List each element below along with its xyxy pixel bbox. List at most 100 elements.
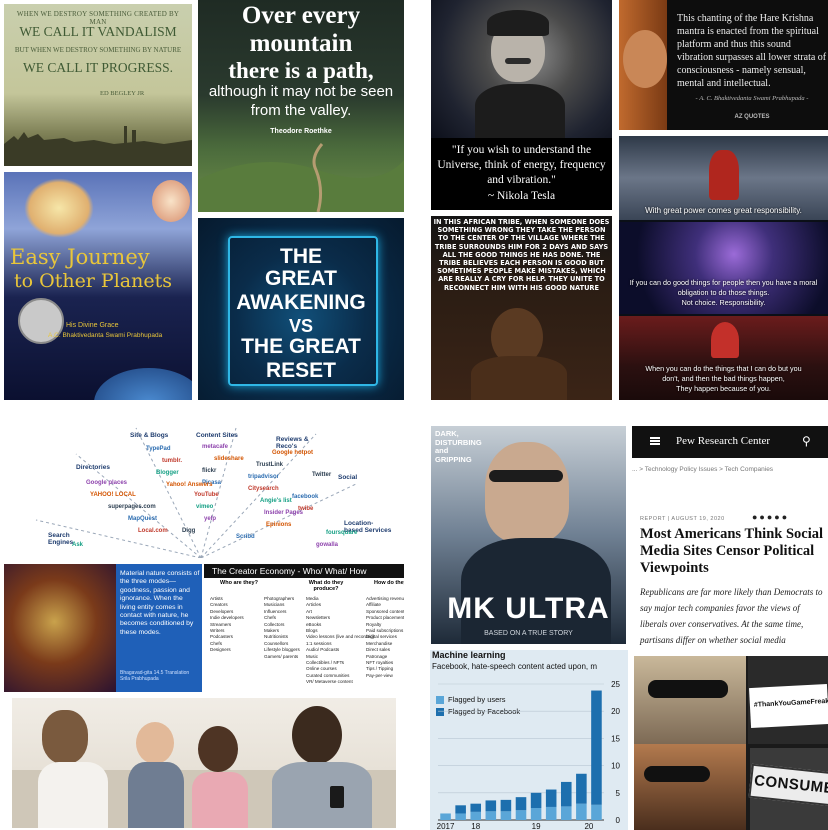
bar-facebook — [591, 690, 602, 805]
brand-logo: YAHOO! LOCAL — [90, 492, 136, 498]
creator-economy-tile[interactable]: The Creator Economy - Who/ What/ How Who… — [204, 564, 404, 692]
vandalism-line-4: WE CALL IT PROGRESS. — [22, 60, 173, 75]
mountain-quote-tile[interactable]: Over every mountain there is a path, alt… — [198, 0, 404, 212]
tesla-author: ~ Nikola Tesla — [487, 190, 556, 202]
sunglasses-man-1 — [634, 656, 746, 744]
label-reviews: Reviews & Reco's — [276, 436, 309, 450]
daughter-hair — [198, 726, 238, 772]
creator-cell: 1:1 sessions — [306, 640, 332, 646]
awakening-line-6: RESET — [265, 359, 336, 382]
y-tick-label: 20 — [611, 707, 620, 716]
creator-cell: Articles — [306, 602, 322, 608]
creator-cell: Photographers — [264, 596, 295, 601]
social-landscape-tile[interactable]: Site & Blogs Content Sites Reviews & Rec… — [16, 424, 394, 558]
material-text: Material nature consists of the three mo… — [120, 570, 200, 636]
spiderman-caption-2c: Not choice. Responsibility. — [681, 298, 766, 307]
tesla-quote-tile[interactable]: "If you wish to understand the Universe,… — [431, 0, 612, 210]
creator-cell: Newsletters — [306, 615, 330, 621]
creator-cell: Patronage — [366, 653, 388, 659]
vandalism-quote-tile[interactable]: WHEN WE DESTROY SOMETHING CREATED BY MAN… — [4, 4, 192, 166]
search-icon[interactable]: ⚲ — [802, 434, 811, 448]
creator-cell: Counsellors — [264, 640, 289, 646]
easy-journey-book-tile[interactable]: Easy Journey to Other Planets His Divine… — [4, 172, 192, 400]
brand-logo: metacafe — [202, 444, 229, 450]
pew-article-tile[interactable]: Pew Research Center ⚲ ... > Technology P… — [632, 426, 828, 652]
spiderman-caption-2b: obligation to do those things. — [677, 288, 770, 297]
spiderman-caption-3b: don't, and then the bad things happen, — [662, 374, 785, 383]
y-tick-label: 10 — [611, 762, 620, 771]
brand-logo: Twitter — [312, 472, 332, 478]
actor-face — [485, 442, 569, 542]
brand-logo: superpages.com — [108, 504, 156, 510]
brand-logo: tumblr. — [162, 458, 183, 464]
spiderman-caption-2a: If you can do good things for people the… — [629, 278, 818, 287]
x-tick-label: 20 — [584, 822, 593, 830]
pew-headline[interactable]: Most Americans Think Social Media Sites … — [640, 526, 824, 577]
menu-icon[interactable] — [650, 437, 660, 445]
brand-logo: yelp — [204, 516, 217, 522]
share-icons[interactable]: ●●●●● — [752, 512, 789, 522]
bar-users — [485, 811, 497, 820]
consume-tile[interactable]: #ThankYouGameFreak CONSUME — [634, 656, 828, 830]
creator-cell: Tips / Tipping — [366, 666, 394, 672]
material-nature-tile[interactable]: Material nature consists of the three mo… — [4, 564, 202, 692]
mountain-author: Theodore Roethke — [270, 128, 332, 135]
x-tick-label: 19 — [532, 822, 541, 830]
y-tick-label: 25 — [611, 680, 620, 689]
bar-facebook — [515, 797, 527, 811]
brand-logo: YouTube — [194, 492, 219, 498]
creator-cell: Advertising revenue — [366, 596, 404, 601]
brand-logo: Citysearch — [248, 486, 279, 492]
family-phones-tile[interactable] — [12, 698, 396, 828]
breadcrumb-link-2[interactable]: Tech Companies — [725, 466, 773, 473]
creator-cell: Merchandise — [366, 640, 393, 646]
brand-logo: Local.com — [138, 528, 168, 534]
brand-logo: facebook — [292, 494, 319, 500]
breadcrumb-link-1[interactable]: Technology Policy Issues — [645, 466, 718, 473]
mkultra-sub: BASED ON A TRUE STORY — [484, 630, 573, 637]
thankyou-banner: #ThankYouGameFreak — [753, 697, 828, 709]
book-title-1: Easy Journey — [10, 245, 150, 269]
creator-cell: Creators — [210, 602, 228, 608]
facebook-chart-tile[interactable]: Machine learning Facebook, hate-speech c… — [430, 650, 628, 830]
brand-logo: tripadvisor — [248, 474, 280, 480]
creator-cell: Paid subscriptions — [366, 628, 404, 633]
creator-cell: Designers — [210, 647, 231, 653]
creator-cell: Sponsored content — [366, 608, 404, 614]
boy-body — [471, 356, 567, 400]
label-social: Social — [338, 474, 358, 481]
bar-users — [530, 808, 542, 820]
sunglasses-man-2 — [634, 744, 746, 830]
spiderman-panel-2: If you can do good things for people the… — [619, 222, 828, 314]
son-head — [136, 722, 174, 764]
consume-sign-text: CONSUME — [753, 772, 828, 798]
spiderman-tile[interactable]: With great power comes great responsibil… — [619, 136, 828, 400]
mkultra-title: MK ULTRA — [447, 592, 610, 625]
son-body — [128, 762, 184, 828]
creator-header-what: What do they produce? — [308, 580, 344, 592]
brand-logo: MapQuest — [128, 516, 158, 522]
bar-users — [455, 813, 466, 820]
krishna-quote-tile[interactable]: This chanting of the Hare Krishna mantra… — [619, 0, 828, 130]
spiderman-caption-3a: When you can do the things that I can do… — [645, 364, 802, 373]
african-tribe-tile[interactable]: IN THIS AFRICAN TRIBE, WHEN SOMEONE DOES… — [431, 216, 612, 400]
creator-cell: Lifestyle bloggers — [264, 647, 300, 653]
brand-logo: Google places — [86, 480, 128, 486]
mkultra-tag: DARK, DISTURBING and GRIPPING — [435, 429, 482, 464]
brand-logo: twibe — [298, 506, 314, 512]
great-awakening-tile[interactable]: THE GREAT AWAKENING VS THE GREAT RESET — [198, 218, 404, 400]
brand-logo: Angie's list — [260, 498, 292, 504]
creator-cell: Collectibles / NFTs — [306, 660, 345, 665]
banner: #ThankYouGameFreak — [749, 683, 828, 729]
x-tick-label: 2017 — [437, 822, 455, 830]
pew-report-label: REPORT | AUGUST 19, 2020 — [640, 516, 725, 522]
creator-header-how: How do they monetize? — [374, 580, 404, 586]
mkultra-poster-tile[interactable]: DARK, DISTURBING and GRIPPING MK ULTRA B… — [431, 426, 626, 644]
bar-facebook — [530, 792, 542, 809]
pew-body: Republicans are far more likely than Dem… — [640, 587, 823, 652]
creator-cell: eBooks — [306, 621, 322, 627]
pew-brand[interactable]: Pew Research Center — [676, 435, 770, 447]
awakening-line-4: VS — [288, 316, 313, 336]
creator-cell: Video lessons (live and recorded) — [306, 634, 375, 640]
creator-title: The Creator Economy - Who/ What/ How — [212, 566, 367, 576]
